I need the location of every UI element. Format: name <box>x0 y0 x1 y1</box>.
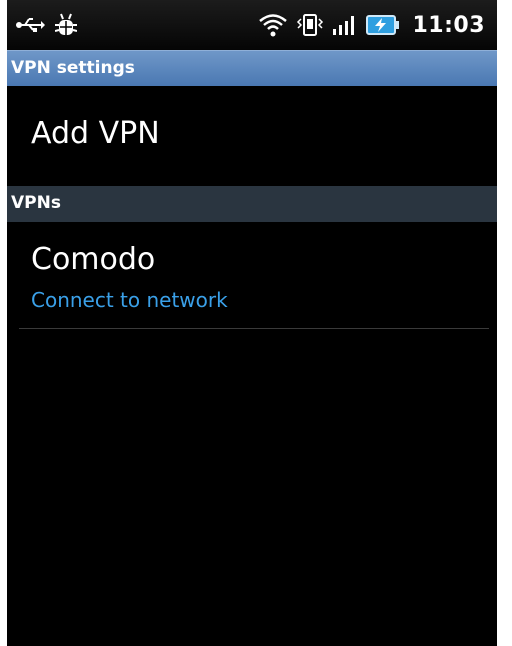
battery-charging-icon <box>366 13 400 37</box>
vpn-list-item[interactable]: Comodo Connect to network <box>7 222 497 328</box>
phone-screen: 11:03 VPN settings Add VPN VPNs Comodo C… <box>7 0 497 646</box>
status-bar-system: 11:03 <box>258 10 485 40</box>
section-title: VPNs <box>11 193 61 213</box>
add-vpn-label: Add VPN <box>31 116 160 151</box>
status-bar: 11:03 <box>7 0 497 50</box>
wifi-icon <box>258 12 288 38</box>
signal-icon <box>332 13 358 37</box>
divider <box>19 328 489 329</box>
add-vpn-button[interactable]: Add VPN <box>7 86 497 186</box>
title-bar: VPN settings <box>7 50 497 86</box>
vpn-status: Connect to network <box>31 288 228 312</box>
debug-icon <box>55 13 77 37</box>
vibrate-icon <box>296 12 324 38</box>
vpn-name: Comodo <box>31 242 156 277</box>
page-title: VPN settings <box>11 58 135 78</box>
vpns-section-header: VPNs <box>7 186 497 222</box>
status-bar-notifications <box>15 10 77 40</box>
clock: 11:03 <box>412 12 485 38</box>
usb-icon <box>15 15 45 35</box>
